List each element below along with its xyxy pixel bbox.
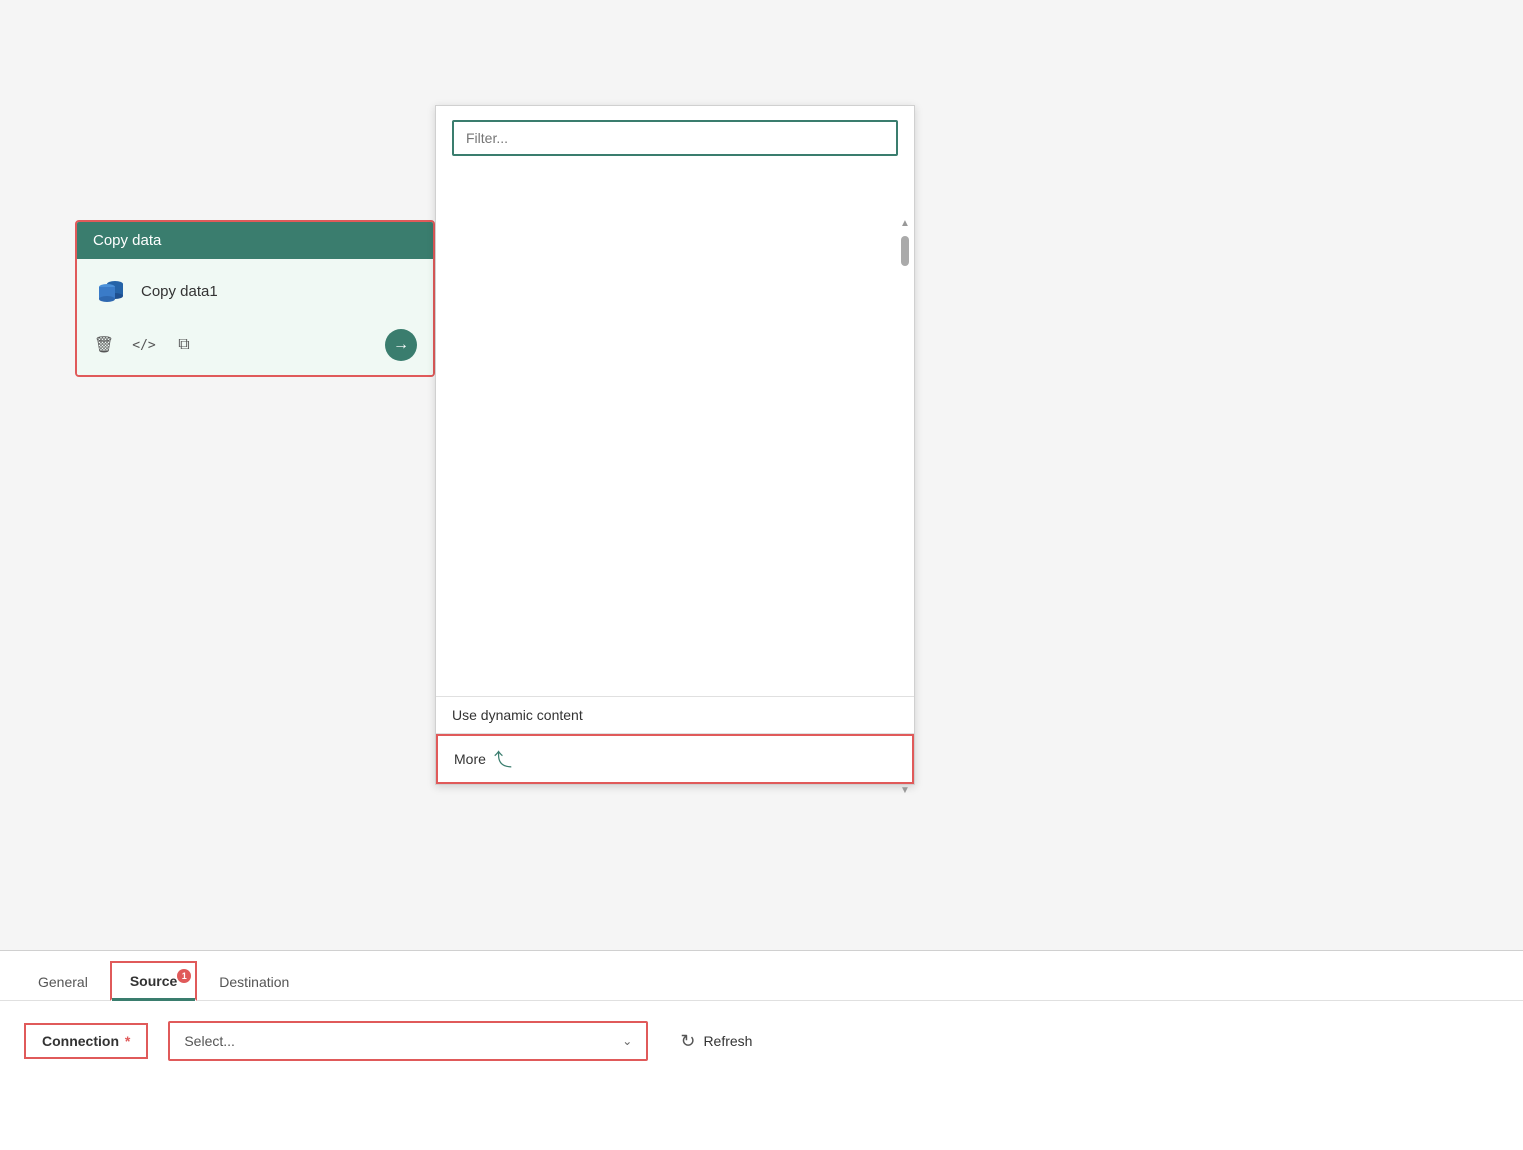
- select-placeholder: Select...: [184, 1033, 235, 1049]
- tab-general-label: General: [38, 974, 88, 990]
- tabs-row: General Source 1 Destination: [0, 951, 1523, 1001]
- more-arrow-icon: ⤴: [494, 746, 512, 772]
- tab-source-badge: 1: [177, 969, 191, 983]
- required-star: *: [125, 1033, 130, 1049]
- copy-data-card-header: Copy data: [77, 222, 433, 259]
- dynamic-content-option[interactable]: Use dynamic content: [436, 697, 914, 733]
- connection-select[interactable]: Select... ⌄: [168, 1021, 648, 1061]
- tab-source-label: Source: [130, 973, 177, 989]
- scroll-up-arrow[interactable]: ▲: [900, 216, 910, 232]
- scrollbar[interactable]: ▲ ▼: [898, 216, 912, 796]
- copy-data-actions: 🗑 </> ⧉ →: [93, 325, 417, 365]
- refresh-button[interactable]: ↻ Refresh: [668, 1023, 764, 1060]
- refresh-label: Refresh: [703, 1033, 752, 1049]
- delete-icon[interactable]: 🗑: [93, 334, 115, 356]
- copy-data-card: Copy data Copy data1 🗑 </> ⧉ →: [75, 220, 435, 377]
- bottom-panel: General Source 1 Destination Connection …: [0, 950, 1523, 1150]
- navigate-arrow-icon[interactable]: →: [385, 329, 417, 361]
- tab-destination[interactable]: Destination: [201, 964, 307, 1000]
- more-label: More: [454, 751, 486, 767]
- copy-data-card-title: Copy data: [93, 232, 161, 249]
- dynamic-content-label: Use dynamic content: [452, 707, 583, 723]
- more-option[interactable]: More ⤴: [436, 734, 914, 784]
- copy-data-card-body: Copy data1 🗑 </> ⧉ →: [77, 259, 433, 375]
- scroll-down-arrow[interactable]: ▼: [900, 785, 910, 796]
- content-row: Connection * Select... ⌄ ↻ Refresh: [0, 1001, 1523, 1081]
- chevron-down-icon: ⌄: [622, 1034, 632, 1048]
- tab-general[interactable]: General: [20, 964, 106, 1000]
- filter-input[interactable]: [452, 120, 898, 156]
- copy-data-item-name: Copy data1: [141, 283, 218, 300]
- dropdown-content-area: ▲ ▼: [436, 166, 914, 696]
- connection-label-text: Connection: [42, 1033, 119, 1049]
- copy-data-item: Copy data1: [93, 273, 417, 309]
- connection-label-box: Connection *: [24, 1023, 148, 1059]
- tab-source[interactable]: Source 1: [110, 961, 197, 1001]
- tab-destination-label: Destination: [219, 974, 289, 990]
- refresh-icon: ↻: [680, 1031, 695, 1052]
- database-icon: [93, 273, 129, 309]
- dropdown-panel: ▲ ▼ Use dynamic content More ⤴: [435, 105, 915, 785]
- scroll-thumb[interactable]: [901, 236, 909, 266]
- code-icon[interactable]: </>: [133, 334, 155, 356]
- copy-icon[interactable]: ⧉: [173, 334, 195, 356]
